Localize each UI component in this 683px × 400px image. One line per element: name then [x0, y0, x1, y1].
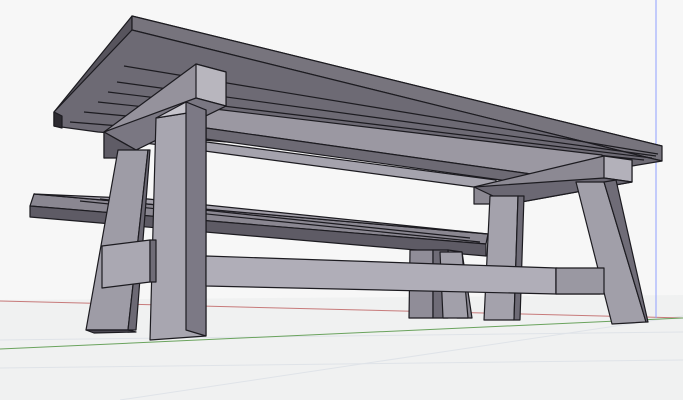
model-canvas[interactable] — [0, 0, 683, 400]
3d-viewport[interactable] — [0, 0, 683, 400]
